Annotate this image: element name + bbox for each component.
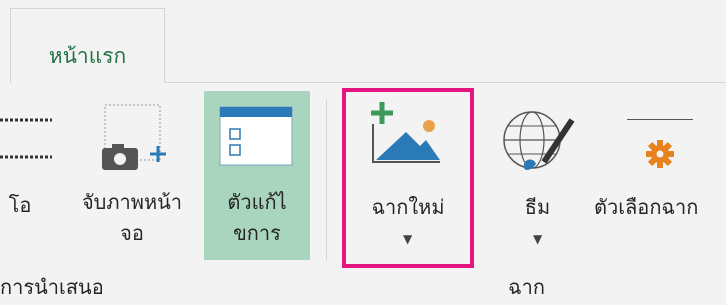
tab-home-label: หน้าแรก <box>48 44 127 68</box>
screenshot-label-1: จับภาพหน้า <box>62 187 202 217</box>
tab-bar: หน้าแรก <box>0 0 726 83</box>
slide-options-label-text: ตัวเลือกฉาก <box>594 195 699 219</box>
plus-icon <box>150 146 166 162</box>
theme-label-text: ธีม <box>524 195 551 219</box>
slide-options-rule <box>627 119 693 120</box>
new-slide-dropdown-icon[interactable]: ▼ <box>403 232 412 246</box>
group-label-slides-text: ฉาก <box>508 275 545 299</box>
group-separator <box>326 100 327 260</box>
theme-icon <box>503 111 575 170</box>
editor-icon <box>219 106 293 166</box>
screenshot-label-line2: จอ <box>120 221 144 245</box>
gear-icon <box>646 140 674 168</box>
editor-label-line1: ตัวแก้ไ <box>227 190 287 214</box>
group-label-slides: ฉาก <box>508 271 545 303</box>
editor-label-line2: ขการ <box>233 221 281 245</box>
new-slide-label-text: ฉากใหม่ <box>371 195 445 219</box>
editor-label-2: ขการ <box>204 218 310 248</box>
video-button-label: โอ <box>8 193 32 217</box>
slide-options-label: ตัวเลือกฉาก <box>594 192 726 222</box>
theme-label: ธีม <box>490 192 585 222</box>
theme-dropdown-icon[interactable]: ▼ <box>533 232 542 246</box>
tab-home[interactable]: หน้าแรก <box>10 8 165 83</box>
screenshot-label-2: จอ <box>62 218 202 248</box>
dotted-lines-icon <box>0 118 52 159</box>
camera-icon <box>102 144 138 170</box>
screenshot-label-line1: จับภาพหน้า <box>81 190 183 214</box>
group-label-presentation: การนำเสนอ <box>0 271 104 303</box>
group-label-presentation-text: การนำเสนอ <box>0 275 104 299</box>
new-slide-icon <box>371 102 440 163</box>
new-slide-label: ฉากใหม่ <box>346 192 470 222</box>
editor-label-1: ตัวแก้ไ <box>204 187 310 217</box>
video-button[interactable]: โอ <box>0 190 40 220</box>
slide-options-button[interactable] <box>592 100 726 260</box>
